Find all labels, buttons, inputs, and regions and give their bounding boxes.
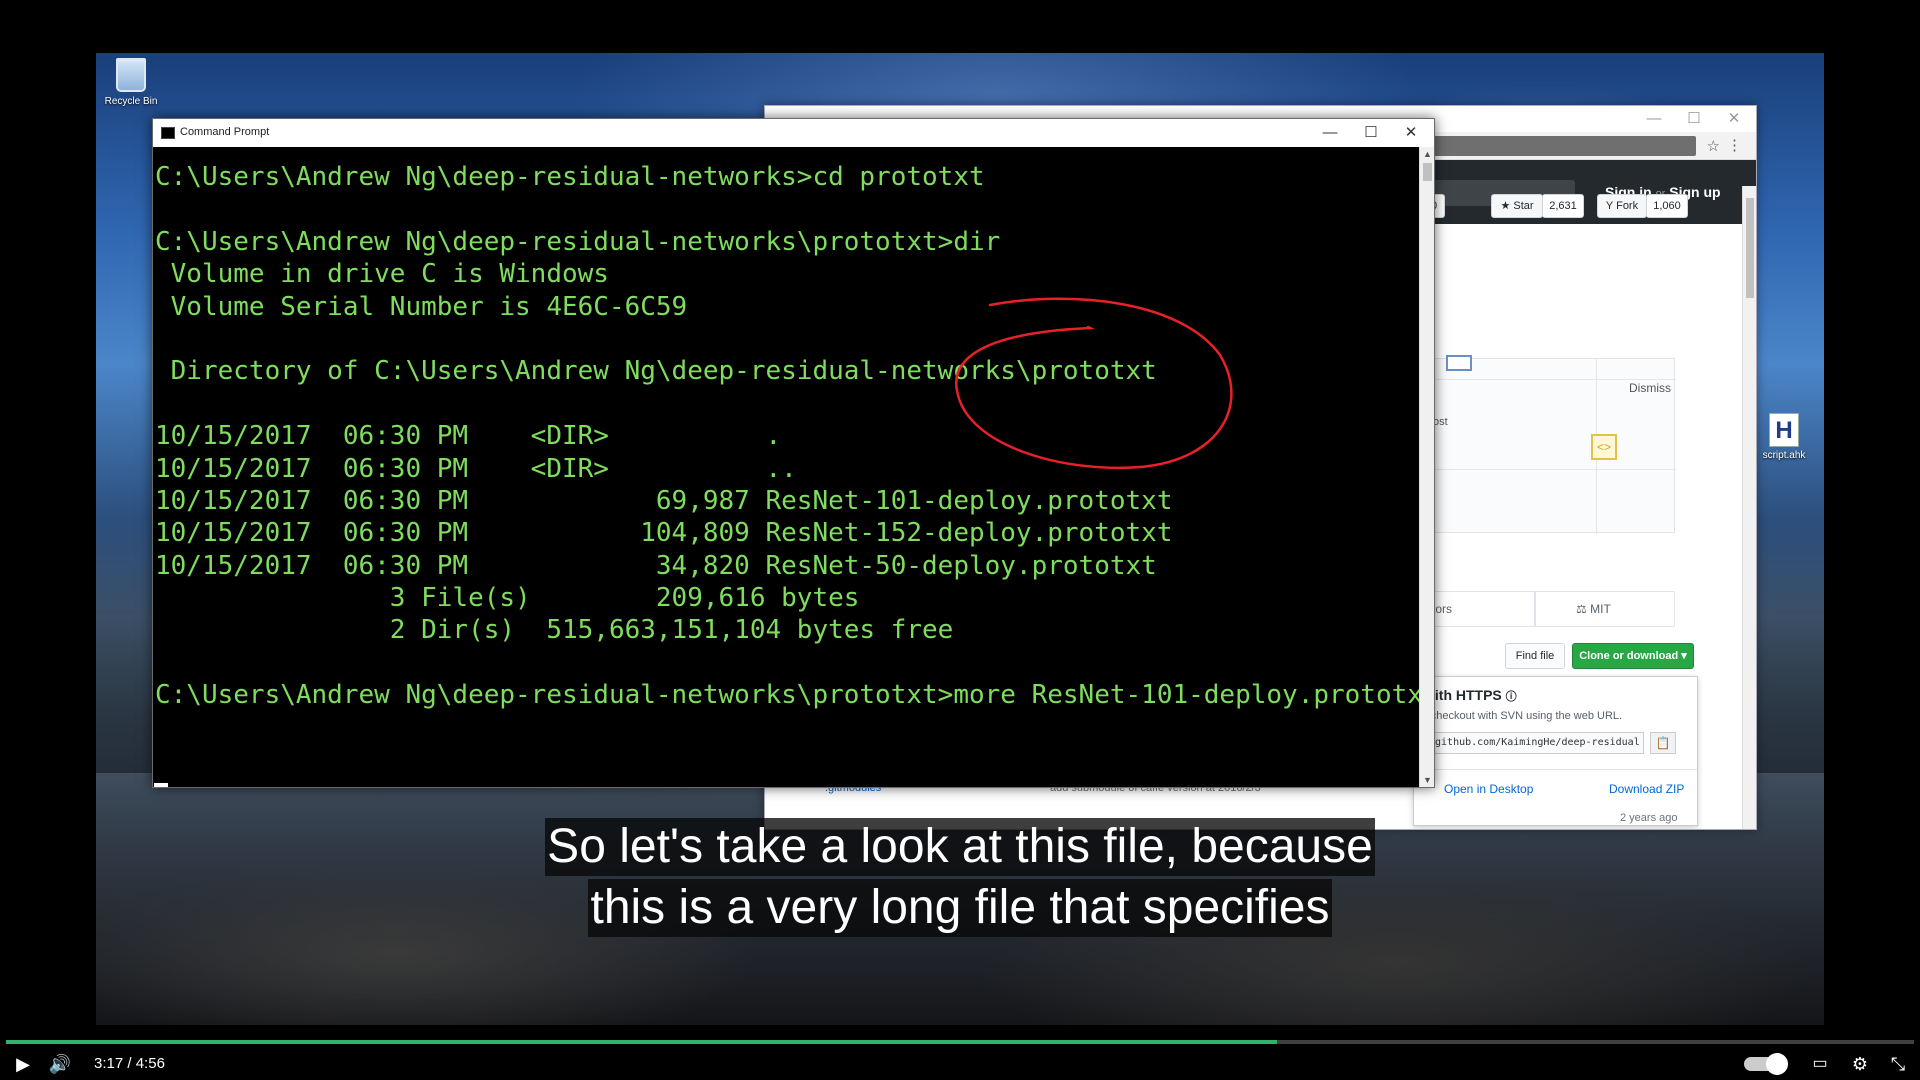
terminal-line: C:\Users\Andrew Ng\deep-residual-network… bbox=[155, 162, 985, 192]
caption-text-1: So let's take a look at this file, becau… bbox=[545, 818, 1375, 876]
gear-icon[interactable]: ⚙ bbox=[1846, 1052, 1874, 1076]
fork-icon: Y bbox=[1605, 200, 1614, 212]
clone-description: r checkout with SVN using the web URL. bbox=[1424, 710, 1623, 722]
minimize-icon[interactable]: — bbox=[1310, 121, 1350, 145]
terminal-line: C:\Users\Andrew Ng\deep-residual-network… bbox=[155, 226, 1001, 257]
time-display: 3:17 / 4:56 bbox=[94, 1052, 165, 1076]
cmd-scroll-thumb[interactable] bbox=[1423, 163, 1432, 181]
terminal-line: Directory of C:\Users\Andrew Ng\deep-res… bbox=[155, 356, 1157, 387]
scroll-up-icon[interactable]: ▲ bbox=[1420, 147, 1435, 161]
caret-down-icon: ▾ bbox=[1681, 650, 1687, 662]
open-in-desktop-link[interactable]: Open in Desktop bbox=[1444, 782, 1533, 796]
diagram-node bbox=[1446, 355, 1472, 371]
progress-bar[interactable] bbox=[6, 1040, 1914, 1044]
exit-fullscreen-icon[interactable]: ⤡ bbox=[1884, 1052, 1912, 1076]
bookmark-star-icon[interactable]: ☆ bbox=[1707, 137, 1720, 155]
terminal-icon bbox=[161, 127, 175, 139]
terminal-output[interactable]: C:\Users\Andrew Ng\deep-residual-network… bbox=[153, 147, 1419, 787]
terminal-line: C:\Users\Andrew Ng\deep-residual-network… bbox=[155, 680, 1419, 711]
star-count[interactable]: 2,631 bbox=[1542, 194, 1584, 218]
current-time: 3:17 bbox=[94, 1055, 124, 1072]
license-label: MIT bbox=[1590, 602, 1611, 616]
help-icon[interactable]: ⓘ bbox=[1506, 691, 1517, 703]
close-icon[interactable]: ✕ bbox=[1391, 121, 1431, 145]
script-shortcut[interactable]: H script.ahk bbox=[1754, 413, 1814, 461]
minimize-icon[interactable]: — bbox=[1634, 109, 1674, 129]
terminal-line: Volume in drive C is Windows bbox=[155, 259, 609, 290]
maximize-icon[interactable]: ☐ bbox=[1674, 109, 1714, 129]
terminal-line: 10/15/2017 06:30 PM 34,820 ResNet-50-dep… bbox=[155, 550, 1157, 581]
recycle-bin-label: Recycle Bin bbox=[104, 96, 158, 107]
terminal-line: Volume Serial Number is 4E6C-6C59 bbox=[155, 291, 688, 322]
text-cursor bbox=[154, 783, 168, 787]
star-label: Star bbox=[1513, 200, 1534, 212]
cmd-scrollbar[interactable]: ▲ ▼ bbox=[1419, 147, 1434, 787]
volume-icon[interactable]: 🔊 bbox=[46, 1052, 74, 1076]
terminal-line: 2 Dir(s) 515,663,151,104 bytes free bbox=[155, 615, 954, 646]
scroll-down-icon[interactable]: ▼ bbox=[1420, 773, 1435, 787]
clone-download-label: Clone or download bbox=[1579, 650, 1679, 662]
terminal-line: 10/15/2017 06:30 PM <DIR> . bbox=[155, 421, 782, 452]
time-separator: / bbox=[127, 1055, 132, 1072]
fork-count[interactable]: 1,060 bbox=[1646, 194, 1688, 218]
clone-title-text: with HTTPS bbox=[1424, 687, 1502, 703]
find-file-button[interactable]: Find file bbox=[1505, 643, 1565, 669]
terminal-line: 3 File(s) 209,616 bytes bbox=[155, 583, 860, 614]
clone-popup: with HTTPS ⓘ r checkout with SVN using t… bbox=[1413, 676, 1698, 826]
toggle-knob bbox=[1766, 1053, 1788, 1075]
clone-actions: Open in Desktop Download ZIP bbox=[1414, 769, 1697, 809]
fork-button[interactable]: Y Fork bbox=[1597, 194, 1647, 218]
clone-download-button[interactable]: Clone or download ▾ bbox=[1572, 643, 1694, 669]
duration: 4:56 bbox=[135, 1055, 165, 1072]
star-button[interactable]: ★ Star bbox=[1491, 194, 1543, 218]
subtitles-icon[interactable]: ▭ bbox=[1806, 1052, 1834, 1076]
dismiss-link[interactable]: Dismiss bbox=[1629, 381, 1671, 395]
play-icon[interactable]: ▶ bbox=[10, 1052, 36, 1076]
autoplay-toggle[interactable] bbox=[1744, 1053, 1788, 1075]
recycle-bin-icon bbox=[116, 58, 146, 92]
terminal-line: 10/15/2017 06:30 PM <DIR> .. bbox=[155, 453, 797, 484]
video-player[interactable]: Recycle Bin H script.ahk — ☐ ✕ ☆ ⋮ Sign … bbox=[0, 0, 1920, 1080]
browser-scroll-thumb[interactable] bbox=[1746, 198, 1754, 298]
terminal-text: C:\Users\Andrew Ng\deep-residual-network… bbox=[155, 161, 1419, 712]
terminal-line: 10/15/2017 06:30 PM 104,809 ResNet-152-d… bbox=[155, 518, 1173, 549]
command-prompt-window[interactable]: Command Prompt — ☐ ✕ C:\Users\Andrew Ng\… bbox=[152, 118, 1435, 788]
caption-line-1: So let's take a look at this file, becau… bbox=[0, 818, 1920, 876]
star-icon: ★ bbox=[1500, 200, 1511, 212]
maximize-icon[interactable]: ☐ bbox=[1351, 121, 1391, 145]
clone-title: with HTTPS ⓘ bbox=[1424, 687, 1517, 704]
clone-url-input[interactable]: /github.com/KaimingHe/deep-residual bbox=[1424, 732, 1644, 754]
law-icon: ⚖ bbox=[1576, 602, 1587, 616]
cmd-titlebar[interactable]: Command Prompt — ☐ ✕ bbox=[153, 119, 1434, 147]
autohotkey-icon: H bbox=[1769, 413, 1799, 447]
fork-label: Fork bbox=[1616, 200, 1639, 212]
recycle-bin-shortcut[interactable]: Recycle Bin bbox=[102, 58, 160, 107]
clipboard-icon[interactable]: 📋 bbox=[1650, 732, 1676, 754]
code-icon: <> bbox=[1591, 434, 1617, 460]
caption-line-2: this is a very long file that specifies bbox=[0, 879, 1920, 937]
script-shortcut-label: script.ahk bbox=[1762, 450, 1806, 461]
cmd-title: Command Prompt bbox=[180, 126, 270, 138]
player-controls: ▶ 🔊 3:17 / 4:56 ▭ ⚙ ⤡ bbox=[0, 1048, 1920, 1080]
partial-text: ost bbox=[1433, 416, 1448, 428]
license-stat[interactable]: ⚖ MIT bbox=[1535, 591, 1675, 627]
close-icon[interactable]: ✕ bbox=[1714, 109, 1754, 129]
terminal-line: 10/15/2017 06:30 PM 69,987 ResNet-101-de… bbox=[155, 485, 1173, 516]
caption-text-2: this is a very long file that specifies bbox=[588, 879, 1332, 937]
download-zip-link[interactable]: Download ZIP bbox=[1609, 782, 1684, 796]
browser-scrollbar[interactable] bbox=[1742, 186, 1756, 829]
browser-menu-icon[interactable]: ⋮ bbox=[1727, 136, 1742, 154]
progress-fill bbox=[6, 1040, 1277, 1044]
